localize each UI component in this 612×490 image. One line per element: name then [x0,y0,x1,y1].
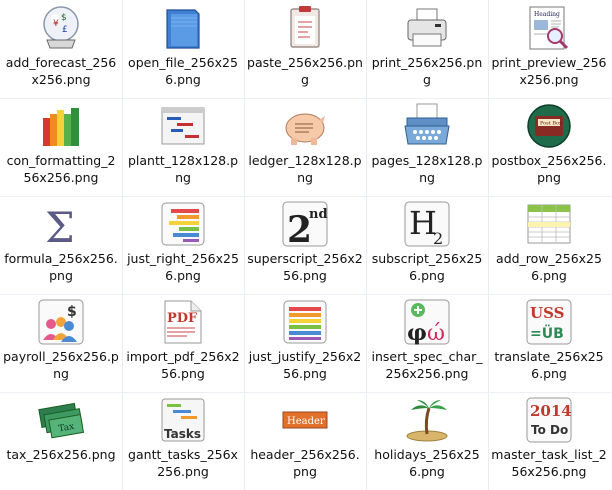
header-sign-icon: Header [281,396,329,444]
piggy-bank-icon [281,102,329,150]
svg-text:2: 2 [433,229,443,248]
svg-text:ώ: ώ [427,321,445,346]
align-right-icon [159,200,207,248]
file-tile[interactable]: open_file_256x256.png [122,0,244,98]
svg-text:PDF: PDF [167,311,198,326]
translate-icon: USS =ÜB [525,298,573,346]
file-grid: ¥ $ £ add_forecast_256x256.png open_file_2… [0,0,612,490]
file-tile[interactable]: φώ insert_spec_char_256x256.png [366,294,488,392]
justify-icon [281,298,329,346]
add-row-icon [525,200,573,248]
file-tile[interactable]: holidays_256x256.png [366,392,488,490]
file-name: holidays_256x256.png [374,447,480,479]
svg-text:Σ: Σ [45,203,75,248]
pdf-document-icon: PDF [159,298,207,346]
file-tile[interactable]: ¥ $ £ add_forecast_256x256.png [0,0,122,98]
svg-text:£: £ [62,25,68,35]
file-name: subscript_256x256.png [371,251,483,283]
todo-calendar-icon: 2014 To Do [525,396,573,444]
file-name: con_formatting_256x256.png [6,153,116,185]
superscript-icon: 2nd [281,200,329,248]
file-name: add_row_256x256.png [496,251,602,283]
clipboard-icon [281,4,329,52]
file-name: import_pdf_256x256.png [126,349,240,381]
gantt-tasks-icon: Tasks [159,396,207,444]
file-name: master_task_list_256x256.png [491,447,607,479]
file-tile[interactable]: $ payroll_256x256.png [0,294,122,392]
file-tile[interactable]: just_right_256x256.png [122,196,244,294]
printer-icon [403,4,451,52]
file-name: superscript_256x256.png [247,251,363,283]
file-name: open_file_256x256.png [128,55,238,87]
file-name: postbox_256x256.png [491,153,607,185]
file-name: print_preview_256x256.png [491,55,607,87]
typewriter-icon [403,102,451,150]
file-name: print_256x256.png [371,55,483,87]
file-name: payroll_256x256.png [3,349,119,381]
svg-text:USS: USS [530,304,564,322]
file-tile[interactable]: pages_128x128.png [366,98,488,196]
file-tile[interactable]: 2nd superscript_256x256.png [244,196,366,294]
file-tile[interactable]: paste_256x256.png [244,0,366,98]
crystal-ball-icon: ¥ $ £ [37,4,85,52]
file-tile[interactable]: Σ formula_256x256.png [0,196,122,294]
palm-island-icon [403,396,451,444]
svg-text:Header: Header [287,416,325,427]
tax-banknote-icon: Tax [37,396,85,444]
svg-text:¥: ¥ [53,19,59,29]
postbox-icon: Post Box [525,102,573,150]
file-tile[interactable]: add_row_256x256.png [488,196,610,294]
file-tile[interactable]: USS =ÜB translate_256x256.png [488,294,610,392]
file-tile[interactable]: Header header_256x256.png [244,392,366,490]
file-name: translate_256x256.png [494,349,604,381]
svg-text:φ: φ [407,320,427,346]
svg-text:$: $ [61,13,67,23]
file-name: plantt_128x128.png [127,153,239,185]
blue-folder-icon [159,4,207,52]
svg-text:Post Box: Post Box [540,121,562,127]
file-tile[interactable]: PDF import_pdf_256x256.png [122,294,244,392]
svg-text:To Do: To Do [531,423,568,437]
svg-text:2014: 2014 [530,402,572,420]
special-char-icon: φώ [403,298,451,346]
file-tile[interactable]: just_justify_256x256.png [244,294,366,392]
file-tile[interactable]: plantt_128x128.png [122,98,244,196]
colored-books-icon [37,102,85,150]
file-name: insert_spec_char_256x256.png [371,349,483,381]
file-tile[interactable]: Tasks gantt_tasks_256x256.png [122,392,244,490]
file-name: paste_256x256.png [247,55,363,87]
payroll-icon: $ [37,298,85,346]
svg-text:Tasks: Tasks [164,427,201,441]
file-name: just_justify_256x256.png [248,349,362,381]
file-name: formula_256x256.png [4,251,118,283]
file-tile[interactable]: print_256x256.png [366,0,488,98]
file-tile[interactable]: H2 subscript_256x256.png [366,196,488,294]
print-preview-icon: Heading [525,4,573,52]
file-tile[interactable]: ledger_128x128.png [244,98,366,196]
file-name: just_right_256x256.png [127,251,239,283]
svg-text:$: $ [67,304,77,320]
file-name: gantt_tasks_256x256.png [128,447,238,479]
svg-text:=ÜB: =ÜB [530,324,564,342]
svg-text:nd: nd [309,207,328,222]
file-tile[interactable]: Post Box postbox_256x256.png [488,98,610,196]
file-name: add_forecast_256x256.png [5,55,117,87]
file-name: ledger_128x128.png [248,153,362,185]
file-tile[interactable]: Tax tax_256x256.png [0,392,122,490]
file-name: header_256x256.png [250,447,360,479]
file-name: pages_128x128.png [371,153,483,185]
file-tile[interactable]: 2014 To Do master_task_list_256x256.png [488,392,610,490]
svg-text:Heading: Heading [534,11,560,18]
file-name: tax_256x256.png [6,447,116,462]
file-tile[interactable]: Heading print_preview_256x256.png [488,0,610,98]
sigma-icon: Σ [37,200,85,248]
file-tile[interactable]: con_formatting_256x256.png [0,98,122,196]
gantt-chart-icon [159,102,207,150]
subscript-icon: H2 [403,200,451,248]
